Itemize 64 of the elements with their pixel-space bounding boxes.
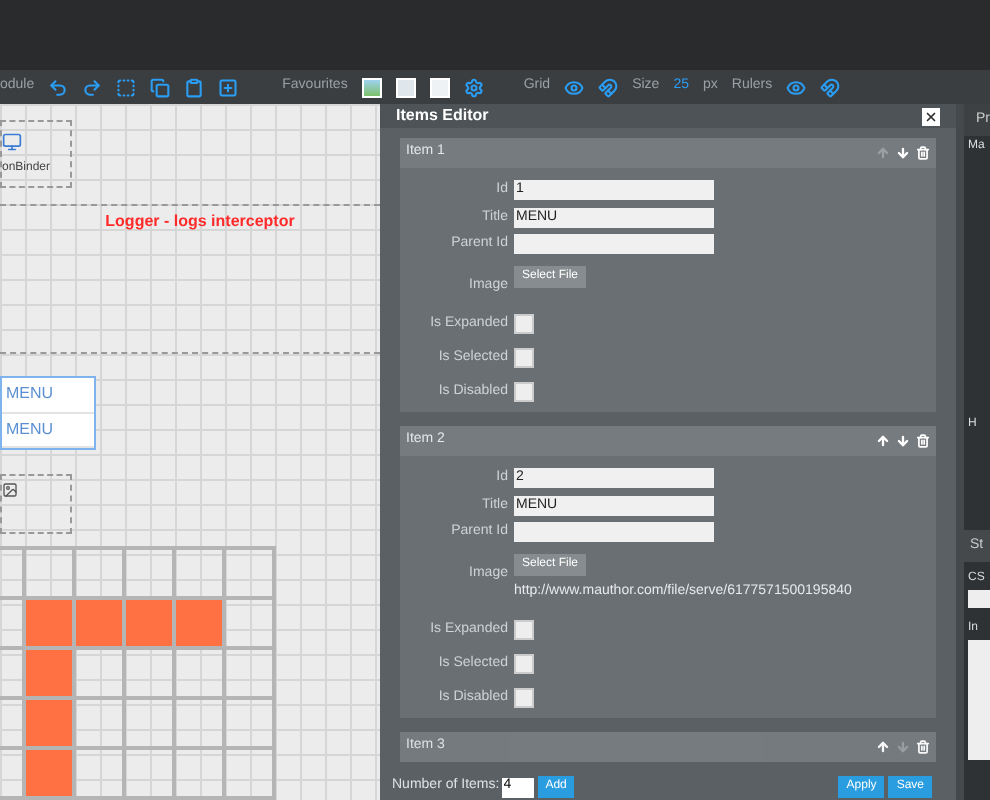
dialog-title: Items Editor: [396, 104, 489, 128]
menu-widget[interactable]: MENU MENU: [0, 376, 96, 451]
checkbox[interactable]: [514, 688, 534, 708]
grid-cell[interactable]: [124, 747, 174, 798]
grid-cell[interactable]: [174, 647, 224, 698]
grid-cell[interactable]: [174, 747, 224, 798]
grid-cell[interactable]: [74, 697, 124, 748]
grid-cell[interactable]: [74, 647, 124, 698]
delete-icon[interactable]: [916, 740, 930, 754]
clipboard-icon[interactable]: [184, 77, 205, 97]
input-field[interactable]: [514, 234, 714, 255]
checkbox[interactable]: [514, 654, 534, 674]
grid-cell[interactable]: [224, 697, 274, 748]
menu-item[interactable]: MENU: [2, 413, 94, 449]
grid-cell[interactable]: [224, 647, 274, 698]
move-down-icon[interactable]: [896, 434, 910, 448]
input-field[interactable]: [968, 590, 990, 608]
select-frame-icon[interactable]: [116, 77, 137, 97]
move-up-icon[interactable]: [876, 434, 890, 448]
grid-cell[interactable]: [24, 597, 74, 648]
image-thumbnail-icon[interactable]: [361, 77, 382, 97]
grid-cell[interactable]: [24, 547, 74, 598]
grid-cell[interactable]: [124, 697, 174, 748]
grid-cell[interactable]: [224, 597, 274, 648]
eye-icon[interactable]: [786, 77, 807, 97]
eye-icon[interactable]: [564, 77, 585, 97]
text-area[interactable]: [968, 640, 990, 760]
move-down-icon[interactable]: [896, 146, 910, 160]
checkbox[interactable]: [514, 620, 534, 640]
logger-title: Logger - logs interceptor: [105, 209, 295, 234]
grid-cell[interactable]: [24, 697, 74, 748]
close-button[interactable]: [922, 107, 940, 125]
grid-cell[interactable]: [224, 547, 274, 598]
move-up-icon[interactable]: [876, 740, 890, 754]
grid-cell[interactable]: [74, 547, 124, 598]
input-field[interactable]: [514, 522, 714, 543]
checkbox[interactable]: [514, 314, 534, 334]
delete-icon[interactable]: [916, 434, 930, 448]
checkbox[interactable]: [514, 382, 534, 402]
undo-icon[interactable]: [48, 77, 69, 97]
close-icon: [924, 109, 938, 123]
settings-icon[interactable]: [463, 77, 484, 97]
copy-icon[interactable]: [150, 77, 171, 97]
add-square-icon[interactable]: [218, 77, 239, 97]
grid-cell[interactable]: [224, 747, 274, 798]
checkbox[interactable]: [514, 348, 534, 368]
grid-cell[interactable]: [174, 547, 224, 598]
grid-cell[interactable]: [124, 647, 174, 698]
grid-cell[interactable]: [24, 747, 74, 798]
redo-icon[interactable]: [82, 77, 103, 97]
delete-icon[interactable]: [916, 146, 930, 160]
menu-item[interactable]: MENU: [2, 378, 94, 414]
grid-cell[interactable]: [24, 647, 74, 698]
grid-cell[interactable]: [74, 597, 124, 648]
magnet-icon[interactable]: [598, 77, 619, 97]
magnet-icon[interactable]: [820, 77, 841, 97]
grid-cell[interactable]: [174, 597, 224, 648]
grid-cell[interactable]: [174, 697, 224, 748]
image-icon: [2, 480, 18, 501]
module-frame[interactable]: [0, 474, 72, 534]
grid-cell[interactable]: [124, 547, 174, 598]
grid-cell[interactable]: [74, 747, 124, 798]
grid-cell[interactable]: [124, 597, 174, 648]
binder-icon: [2, 130, 22, 154]
